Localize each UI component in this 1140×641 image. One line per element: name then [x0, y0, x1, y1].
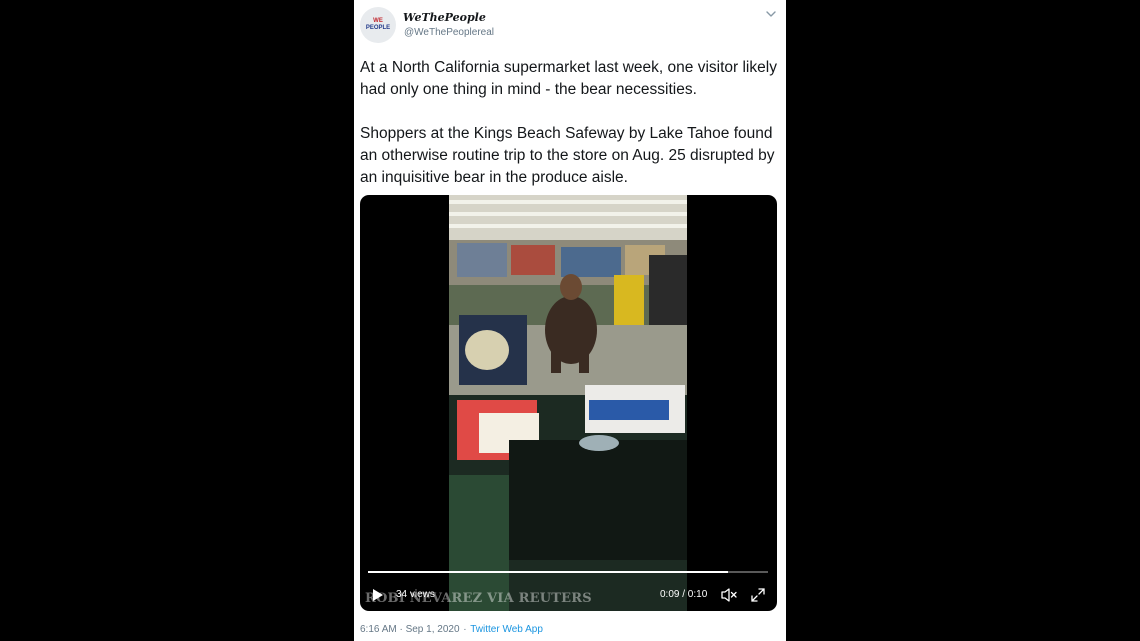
author-name[interactable]: WeThePeople [403, 11, 486, 24]
progress-bar[interactable] [368, 571, 768, 573]
video-frame [449, 195, 687, 611]
avatar[interactable]: WE PEOPLE [360, 7, 396, 43]
tweet-timestamp[interactable]: 6:16 AM · Sep 1, 2020 [360, 624, 460, 635]
play-icon[interactable] [372, 588, 384, 602]
tweet-meta: 6:16 AM · Sep 1, 2020 · Twitter Web App [360, 624, 543, 635]
fullscreen-icon[interactable] [750, 587, 766, 603]
tweet-card: WE PEOPLE WeThePeople @WeThePeoplereal A… [354, 0, 786, 641]
source-app-link[interactable]: Twitter Web App [470, 624, 543, 635]
meta-separator: · [463, 624, 467, 635]
progress-fill [368, 571, 728, 573]
time-display: 0:09 / 0:10 [660, 589, 708, 600]
avatar-text-top: WE [373, 18, 383, 24]
author-handle[interactable]: @WeThePeoplereal [404, 27, 494, 38]
volume-muted-icon[interactable] [720, 587, 738, 603]
tweet-paragraph: Shoppers at the Kings Beach Safeway by L… [360, 125, 775, 186]
tweet-text: At a North California supermarket last w… [360, 57, 780, 189]
avatar-text-bottom: PEOPLE [365, 25, 391, 31]
tweet-paragraph: At a North California supermarket last w… [360, 59, 777, 98]
chevron-down-icon[interactable] [764, 7, 778, 21]
view-count: 34 views [396, 589, 435, 600]
video-player[interactable]: ROBI NEVAREZ VIA REUTERS 34 views 0:09 /… [360, 195, 777, 611]
